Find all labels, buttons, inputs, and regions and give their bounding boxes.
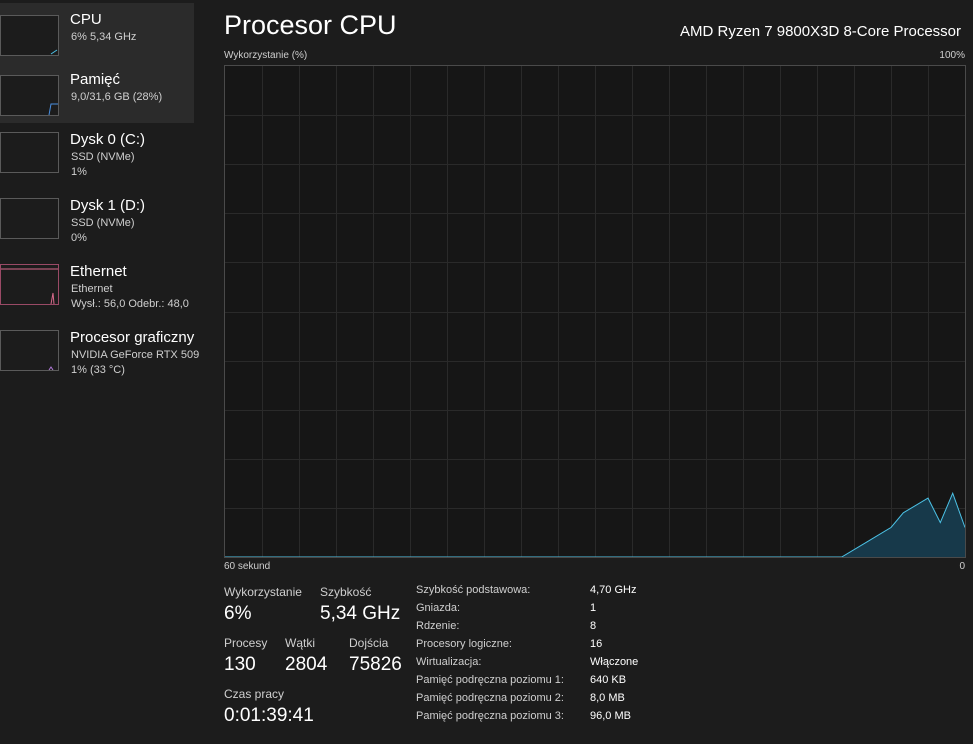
sidebar-item-gpu[interactable]: Procesor graficzny NVIDIA GeForce RTX 50… — [0, 321, 200, 387]
speed-label: Szybkość — [320, 585, 372, 599]
sidebar-item-ethernet[interactable]: Ethernet Ethernet Wysł.: 56,0 Odebr.: 48… — [0, 255, 200, 321]
sidebar-item-title: Pamięć — [70, 71, 121, 88]
info-key: Pamięć podręczna poziomu 3: — [416, 710, 564, 722]
ethernet-thumbnail-graph — [0, 264, 59, 305]
info-value: 16 — [590, 638, 603, 650]
info-value: 8,0 MB — [590, 692, 625, 704]
info-key: Rdzenie: — [416, 620, 460, 632]
info-key: Wirtualizacja: — [416, 656, 482, 668]
sidebar-item-disk-0[interactable]: Dysk 0 (C:) SSD (NVMe) 1% — [0, 123, 200, 189]
sidebar-item-detail-2: 1% — [71, 166, 87, 178]
disk-0-thumbnail-graph — [0, 132, 59, 173]
sidebar-item-detail: NVIDIA GeForce RTX 509 — [71, 349, 200, 361]
uptime-label: Czas pracy — [224, 687, 285, 701]
sidebar-item-title: Dysk 1 (D:) — [70, 197, 145, 214]
speed-value: 5,34 GHz — [320, 603, 401, 624]
info-row-l3-cache: Pamięć podręczna poziomu 3: 96,0 MB — [416, 710, 846, 728]
info-key: Szybkość podstawowa: — [416, 584, 531, 596]
info-value: 640 KB — [590, 674, 627, 686]
disk-1-thumbnail-graph — [0, 198, 59, 239]
x-axis-right-label: 0 — [959, 561, 965, 572]
sidebar-item-detail-2: 0% — [71, 232, 87, 244]
sidebar-item-detail-2: 1% (33 °C) — [71, 364, 125, 376]
info-value: Włączone — [590, 656, 639, 668]
utilization-value: 6% — [224, 603, 252, 624]
info-value: 1 — [590, 602, 597, 614]
threads-label: Wątki — [285, 636, 315, 650]
sidebar-item-cpu[interactable]: CPU 6% 5,34 GHz — [0, 3, 194, 63]
sidebar-item-memory[interactable]: Pamięć 9,0/31,6 GB (28%) — [0, 63, 194, 123]
info-row-base-speed: Szybkość podstawowa: 4,70 GHz — [416, 584, 846, 602]
gpu-thumbnail-graph — [0, 330, 59, 371]
sidebar-item-title: Procesor graficzny — [70, 329, 195, 346]
sidebar-item-detail: SSD (NVMe) — [71, 217, 135, 229]
info-row-sockets: Gniazda: 1 — [416, 602, 846, 620]
handles-label: Dojścia — [349, 636, 389, 650]
sidebar-item-detail-2: Wysł.: 56,0 Odebr.: 48,0 — [71, 298, 189, 310]
sidebar-item-detail: 9,0/31,6 GB (28%) — [71, 91, 163, 103]
sidebar-item-title: CPU — [70, 11, 102, 28]
info-row-l1-cache: Pamięć podręczna poziomu 1: 640 KB — [416, 674, 846, 692]
uptime-value: 0:01:39:41 — [224, 705, 314, 726]
utilization-label: Wykorzystanie — [224, 585, 302, 599]
processes-label: Procesy — [224, 636, 268, 650]
x-axis-left-label: 60 sekund — [224, 561, 271, 572]
memory-thumbnail-graph — [0, 75, 59, 116]
sidebar-item-detail: Ethernet — [71, 283, 113, 295]
sidebar-item-title: Dysk 0 (C:) — [70, 131, 145, 148]
cpu-thumbnail-graph — [0, 15, 59, 56]
info-row-l2-cache: Pamięć podręczna poziomu 2: 8,0 MB — [416, 692, 846, 710]
sidebar-item-disk-1[interactable]: Dysk 1 (D:) SSD (NVMe) 0% — [0, 189, 200, 255]
processes-value: 130 — [224, 654, 256, 675]
info-key: Gniazda: — [416, 602, 461, 614]
info-key: Pamięć podręczna poziomu 2: — [416, 692, 564, 704]
processor-name: AMD Ryzen 7 9800X3D 8-Core Processor — [680, 23, 961, 40]
cpu-usage-graph — [224, 65, 966, 558]
page-title: Procesor CPU — [224, 10, 397, 40]
info-value: 4,70 GHz — [590, 584, 637, 596]
sidebar-item-title: Ethernet — [70, 263, 127, 280]
info-key: Pamięć podręczna poziomu 1: — [416, 674, 564, 686]
handles-value: 75826 — [349, 654, 402, 675]
info-row-logical-processors: Procesory logiczne: 16 — [416, 638, 846, 656]
info-row-cores: Rdzenie: 8 — [416, 620, 846, 638]
info-value: 8 — [590, 620, 597, 632]
sidebar-item-detail: 6% 5,34 GHz — [71, 31, 137, 43]
threads-value: 2804 — [285, 654, 328, 675]
sidebar-item-detail: SSD (NVMe) — [71, 151, 135, 163]
info-row-virtualization: Wirtualizacja: Włączone — [416, 656, 846, 674]
y-axis-max-label: 100% — [939, 50, 965, 61]
sidebar: CPU 6% 5,34 GHz Pamięć 9,0/31,6 GB (28%)… — [0, 0, 200, 744]
main-panel: Procesor CPU AMD Ryzen 7 9800X3D 8-Core … — [224, 0, 973, 744]
y-axis-label: Wykorzystanie (%) — [224, 50, 308, 61]
info-key: Procesory logiczne: — [416, 638, 512, 650]
cpu-usage-chart — [225, 66, 965, 557]
info-value: 96,0 MB — [590, 710, 631, 722]
